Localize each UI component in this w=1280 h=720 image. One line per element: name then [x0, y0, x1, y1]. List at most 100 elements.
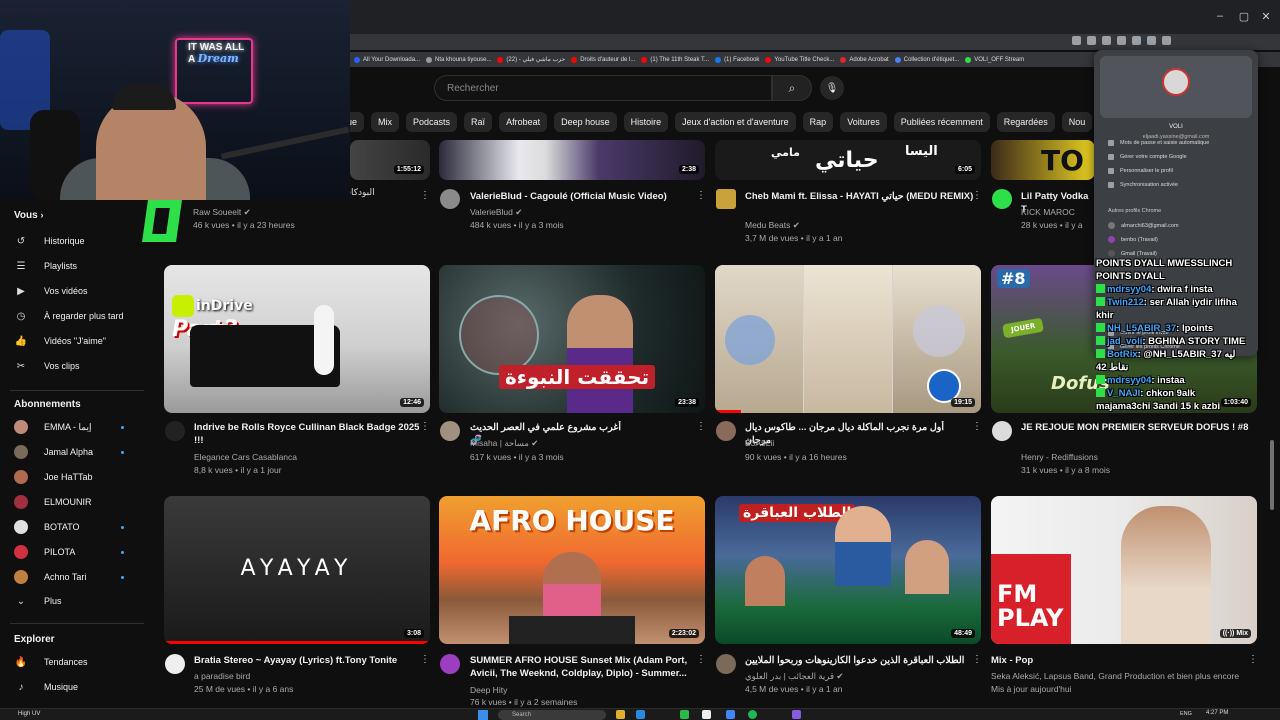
- bookmark-item[interactable]: حزب ماشي فيلي - (22): [497, 56, 565, 63]
- channel-name[interactable]: Henry - Rediffusions: [1021, 451, 1098, 463]
- extension-icon[interactable]: [1087, 36, 1096, 45]
- video-thumbnail[interactable]: FM PLAY ((·)) Mix: [991, 496, 1257, 644]
- more-actions-icon[interactable]: ⋮: [696, 421, 706, 432]
- taskbar-app-icon[interactable]: [792, 710, 801, 719]
- extension-icon[interactable]: [1132, 36, 1141, 45]
- channel-name[interactable]: a paradise bird: [194, 670, 250, 682]
- video-thumbnail[interactable]: 19:15: [715, 265, 981, 413]
- more-actions-icon[interactable]: ⋮: [972, 654, 982, 665]
- filter-chip[interactable]: Rap: [802, 112, 834, 132]
- channel-avatar[interactable]: [440, 654, 460, 674]
- bookmark-item[interactable]: Adobe Acrobat: [840, 56, 889, 63]
- taskbar-app-icon[interactable]: [702, 710, 711, 719]
- more-actions-icon[interactable]: ⋮: [696, 654, 706, 665]
- sidebar-item[interactable]: ♪ Musique: [14, 678, 144, 696]
- channel-avatar[interactable]: [440, 189, 460, 209]
- video-thumbnail[interactable]: تحققت النبوءة 23:38: [439, 265, 705, 413]
- taskbar-search[interactable]: Search: [498, 710, 606, 720]
- chrome-icon[interactable]: [726, 710, 735, 719]
- video-thumbnail[interactable]: TO: [991, 140, 1095, 180]
- video-thumbnail[interactable]: inDrive Part3 12:46: [164, 265, 430, 413]
- more-actions-icon[interactable]: ⋮: [420, 190, 430, 201]
- filter-chip[interactable]: Jeux d'action et d'aventure: [675, 112, 796, 132]
- video-thumbnail[interactable]: AYAYAY 3:08: [164, 496, 430, 644]
- filter-chip[interactable]: Deep house: [554, 112, 617, 132]
- voice-search-button[interactable]: 🎙: [820, 76, 844, 100]
- sidebar-item-more[interactable]: ⌄ Plus: [14, 592, 144, 610]
- video-title[interactable]: أول مرة نجرب الماكلة ديال مرجان ... طاكو…: [745, 421, 970, 447]
- video-title[interactable]: Bratia Stereo ~ Ayayay (Lyrics) ft.Tony …: [194, 654, 424, 667]
- sidebar-item[interactable]: ◷ À regarder plus tard: [14, 307, 144, 325]
- channel-avatar[interactable]: [440, 421, 460, 441]
- video-thumbnail[interactable]: مامي حياتي اليسا 6:05: [715, 140, 981, 180]
- filter-chip[interactable]: Afrobeat: [499, 112, 548, 132]
- extension-icon[interactable]: [1162, 36, 1171, 45]
- channel-name[interactable]: Misaha | مساحة ✔: [470, 437, 538, 449]
- other-profile-item[interactable]: almarchi63@gmail.com: [1108, 222, 1179, 229]
- sidebar-item[interactable]: 🔥 Tendances: [14, 653, 144, 671]
- subscription-item[interactable]: Joe HaTTab: [14, 468, 144, 486]
- video-title[interactable]: SUMMER AFRO HOUSE Sunset Mix (Adam Port,…: [470, 654, 700, 680]
- bookmark-item[interactable]: Droits d'auteur de l...: [571, 56, 635, 63]
- bookmark-item[interactable]: (1) Facebook: [715, 56, 759, 63]
- channel-name[interactable]: ValerieBlud ✔: [470, 206, 522, 218]
- extension-icon[interactable]: [1102, 36, 1111, 45]
- extension-icon[interactable]: [1147, 36, 1156, 45]
- search-input[interactable]: Rechercher: [434, 75, 772, 101]
- bookmark-item[interactable]: Collection d'étiquet...: [894, 56, 959, 63]
- channel-avatar[interactable]: [992, 189, 1012, 209]
- sidebar-item[interactable]: ▶ Vos vidéos: [14, 282, 144, 300]
- extension-icon[interactable]: [1117, 36, 1126, 45]
- filter-chip[interactable]: Nou: [1061, 112, 1093, 132]
- video-title[interactable]: Indrive be Rolls Royce Cullinan Black Ba…: [194, 421, 424, 447]
- filter-chip[interactable]: Regardées: [996, 112, 1055, 132]
- bookmark-item[interactable]: VOLI_OFF Stream: [965, 56, 1024, 63]
- close-window-button[interactable]: ✕: [1256, 10, 1276, 23]
- channel-name[interactable]: Deep Hity: [470, 684, 507, 696]
- filter-chip[interactable]: Podcasts: [406, 112, 458, 132]
- more-actions-icon[interactable]: ⋮: [1248, 654, 1258, 665]
- file-explorer-icon[interactable]: [616, 710, 625, 719]
- bookmark-item[interactable]: All Your Downloada...: [354, 56, 420, 63]
- other-profile-item[interactable]: Gmail (Travail): [1108, 250, 1157, 257]
- filter-chip[interactable]: Voitures: [840, 112, 887, 132]
- video-thumbnail[interactable]: 2:38: [439, 140, 705, 180]
- video-thumbnail[interactable]: الطلاب العباقرة 48:49: [715, 496, 981, 644]
- subscription-item[interactable]: PILOTA: [14, 543, 144, 561]
- sidebar-item[interactable]: 👍 Vidéos "J'aime": [14, 332, 144, 350]
- channel-name[interactable]: Elegance Cars Casablanca: [194, 451, 297, 463]
- video-title[interactable]: Mix - Pop: [991, 654, 1221, 667]
- channel-avatar[interactable]: [165, 421, 185, 441]
- taskbar-app-icon[interactable]: [680, 710, 689, 719]
- sidebar-item[interactable]: ☰ Playlists: [14, 257, 144, 275]
- windows-start-icon[interactable]: [478, 710, 488, 720]
- subscription-item[interactable]: Jamal Alpha: [14, 443, 144, 461]
- search-button[interactable]: ⌕: [772, 75, 812, 101]
- video-title[interactable]: الطلاب العباقرة الذين خدعوا الكازينوهات …: [745, 654, 970, 667]
- subscription-item[interactable]: ELMOUNIR: [14, 493, 144, 511]
- maximize-button[interactable]: ▢: [1234, 10, 1254, 23]
- video-title[interactable]: Cheb Mami ft. Elissa - HAYATI حياتي (MED…: [745, 190, 975, 203]
- extension-icon[interactable]: [1072, 36, 1081, 45]
- channel-name[interactable]: Medu Beats ✔: [745, 219, 800, 231]
- more-actions-icon[interactable]: ⋮: [420, 421, 430, 432]
- channel-name[interactable]: Raw Soueelt ✔: [193, 206, 251, 218]
- filter-chip[interactable]: Histoire: [623, 112, 669, 132]
- more-actions-icon[interactable]: ⋮: [972, 190, 982, 201]
- more-actions-icon[interactable]: ⋮: [972, 421, 982, 432]
- edge-icon[interactable]: [636, 710, 645, 719]
- profile-menu-item[interactable]: Personnaliser le profil: [1108, 168, 1173, 174]
- clock[interactable]: 4:27 PM: [1206, 710, 1228, 716]
- channel-avatar[interactable]: [716, 189, 736, 209]
- channel-avatar[interactable]: [165, 654, 185, 674]
- filter-chip[interactable]: Raï: [464, 112, 493, 132]
- more-actions-icon[interactable]: ⋮: [696, 190, 706, 201]
- subscription-item[interactable]: BOTATO: [14, 518, 144, 536]
- weather-widget[interactable]: High UV: [18, 711, 40, 717]
- channel-avatar[interactable]: [716, 654, 736, 674]
- filter-chip[interactable]: Publiées récemment: [893, 112, 990, 132]
- channel-name[interactable]: قرية العجائب | بدر العلوي ✔: [745, 670, 844, 682]
- bookmark-item[interactable]: YouTube Title Check...: [765, 56, 834, 63]
- other-profile-item[interactable]: benbo (Travail): [1108, 236, 1158, 243]
- sidebar-item[interactable]: ↺ Historique: [14, 232, 144, 250]
